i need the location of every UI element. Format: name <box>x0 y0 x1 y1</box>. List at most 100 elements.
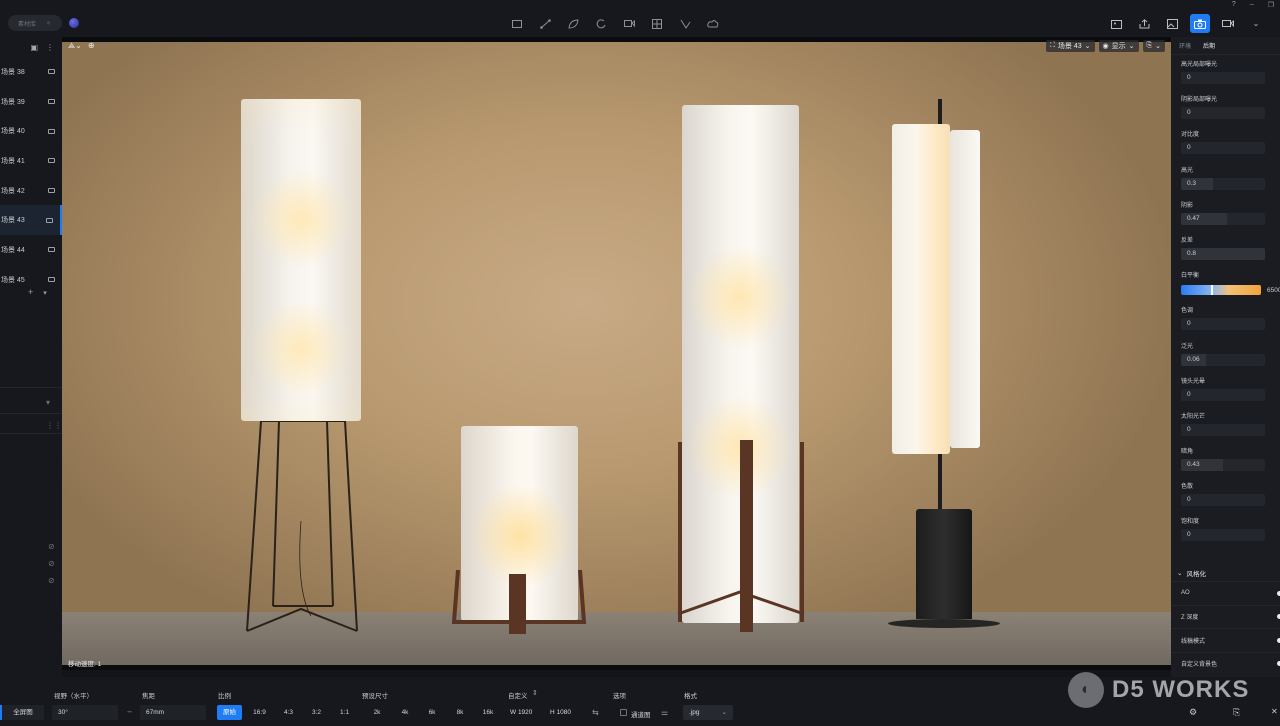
param-label: 色调 <box>1181 308 1194 315</box>
param-slider[interactable]: 0 <box>1181 388 1265 401</box>
scene-item[interactable]: 场景 42 <box>0 176 62 206</box>
output-menu[interactable]: ⎘ ⌄ <box>1142 40 1165 52</box>
rotate-icon[interactable] <box>594 17 608 30</box>
grid-icon[interactable] <box>650 17 664 30</box>
chevron-down-icon[interactable]: ▾ <box>46 398 50 407</box>
param-slider[interactable]: 0 <box>1181 494 1265 507</box>
param-slider[interactable]: 0.06 <box>1181 353 1265 366</box>
tab-post[interactable]: 后期 <box>1203 41 1215 50</box>
settings-icon[interactable]: ⚙ <box>1189 707 1197 718</box>
swap-vertical-icon[interactable]: ⇕ <box>532 689 538 697</box>
scene-item[interactable]: 场景 38 <box>0 57 62 87</box>
ratio-button[interactable]: 原始 <box>217 705 242 720</box>
param-slider[interactable]: 0 <box>1181 529 1265 542</box>
path-icon[interactable] <box>678 17 692 30</box>
param-slider[interactable]: 0 <box>1181 142 1265 155</box>
chevron-down-icon[interactable]: ▾ <box>43 289 47 297</box>
leaf-icon[interactable] <box>566 17 580 30</box>
stylize-row[interactable]: AO <box>1171 581 1280 605</box>
eye-hidden-icon[interactable]: ⊘ <box>48 576 55 585</box>
floor <box>62 612 1171 665</box>
param-slider[interactable]: 0 <box>1181 107 1265 120</box>
gallery-icon[interactable] <box>1106 14 1126 33</box>
preset-size-button[interactable]: 2k <box>365 705 389 720</box>
fov-input[interactable]: 30° <box>52 705 118 720</box>
render-view[interactable] <box>62 42 1171 665</box>
param-slider[interactable]: 0 <box>1181 318 1265 331</box>
camera-icon[interactable] <box>1190 14 1210 33</box>
sliders-icon[interactable]: ⚌ <box>661 708 668 717</box>
pen-icon[interactable]: ✎ <box>101 41 108 51</box>
height-input[interactable]: H 1080 <box>544 705 580 720</box>
minimize-icon[interactable]: – <box>1250 1 1254 9</box>
swap-icon[interactable]: ⇆ <box>592 708 599 717</box>
stylize-header[interactable]: ⌄ 风格化 <box>1171 565 1280 581</box>
ratio-button[interactable]: 16:9 <box>247 705 272 720</box>
globe-icon[interactable]: ⊕ <box>88 41 95 51</box>
preset-size-button[interactable]: 8k <box>448 705 472 720</box>
slider-handle[interactable] <box>1211 285 1213 296</box>
line-icon[interactable] <box>538 17 552 30</box>
viewport[interactable]: ⟁⌄ ⊕ ✎ ⛶ 场景 43 ⌄ ◉ 显示 ⌄ ⎘ ⌄ 移动速度: 1 <box>62 37 1171 670</box>
image-icon[interactable] <box>1162 14 1182 33</box>
scene-item[interactable]: 场景 39 <box>0 87 62 117</box>
grid-dots-icon[interactable]: ⋮⋮ <box>46 421 62 430</box>
stylize-row[interactable]: Z 深度 <box>1171 604 1280 629</box>
scene-item[interactable]: 场景 44 <box>0 235 62 265</box>
fullscreen-tab[interactable]: 全屏图 <box>0 705 44 720</box>
focal-input[interactable]: 67mm <box>140 705 206 720</box>
axis-icon[interactable]: ⟁⌄ <box>68 41 82 51</box>
eye-hidden-icon[interactable]: ⊘ <box>48 559 55 568</box>
help-icon[interactable]: ? <box>1232 1 1236 9</box>
param-slider[interactable]: 0.3 <box>1181 177 1265 190</box>
param-slider[interactable]: 0 <box>1181 72 1265 84</box>
chevron-down-icon[interactable]: ⌄ <box>1246 14 1266 33</box>
camera-move-icon[interactable] <box>622 17 636 30</box>
param-row: 太阳光芒 0 <box>1171 407 1280 442</box>
ratio-button[interactable]: 3:2 <box>304 705 329 720</box>
param-slider[interactable]: 0.8 <box>1181 247 1265 260</box>
ratio-button[interactable]: 4:3 <box>276 705 301 720</box>
camera-add-icon[interactable]: ▣ <box>30 43 38 52</box>
param-slider[interactable]: 0.43 <box>1181 459 1265 472</box>
share-icon[interactable] <box>1134 14 1154 33</box>
user-avatar[interactable] <box>69 18 79 28</box>
param-slider[interactable]: 0 <box>1181 423 1265 436</box>
add-scene-icon[interactable]: + <box>28 287 33 297</box>
library-pill[interactable]: 素材库 ✧ <box>8 15 62 31</box>
scene-item[interactable]: 场景 40 <box>0 116 62 146</box>
close-icon[interactable]: ✕ <box>1271 707 1278 716</box>
restore-icon[interactable]: ❐ <box>1268 1 1274 9</box>
format-select[interactable]: .jpg ⌄ <box>683 705 733 720</box>
param-row: 反差 0.8 <box>1171 231 1280 266</box>
param-label: 高光局部曝光 <box>1181 62 1218 68</box>
param-row: 对比度 0 <box>1171 125 1280 160</box>
preset-size-button[interactable]: 16k <box>476 705 500 720</box>
export-icon[interactable]: ⎘ <box>1233 707 1240 718</box>
rectangle-icon[interactable] <box>510 17 524 30</box>
white-balance-slider[interactable] <box>1181 285 1261 296</box>
channel-checkbox[interactable] <box>620 709 627 716</box>
camera-icon <box>48 247 55 253</box>
lamp-base <box>916 509 972 619</box>
more-icon[interactable]: ⋮ <box>46 43 54 52</box>
stylize-row[interactable]: 线稿模式 <box>1171 628 1280 652</box>
cloud-icon[interactable] <box>706 17 720 30</box>
scene-actions: + ▾ <box>28 287 47 297</box>
scene-select[interactable]: ⛶ 场景 43 ⌄ <box>1046 40 1095 52</box>
scene-label: 场景 44 <box>1 246 25 254</box>
tab-environment[interactable]: 环境 <box>1179 41 1191 50</box>
move-speed: 移动速度: 1 <box>68 661 102 668</box>
stylize-section: ⌄ 风格化 AO Z 深度 线稿模式 自定义背景色 <box>1171 565 1280 675</box>
scene-item[interactable]: 场景 43 <box>0 205 62 236</box>
param-slider[interactable]: 0.47 <box>1181 212 1265 225</box>
preset-size-button[interactable]: 4k <box>393 705 417 720</box>
scene-item[interactable]: 场景 41 <box>0 146 62 176</box>
preset-size-button[interactable]: 6k <box>420 705 444 720</box>
camera-icon <box>46 217 53 223</box>
ratio-button[interactable]: 1:1 <box>332 705 357 720</box>
video-icon[interactable] <box>1218 14 1238 33</box>
display-menu[interactable]: ◉ 显示 ⌄ <box>1098 40 1139 52</box>
width-input[interactable]: W 1920 <box>504 705 540 720</box>
eye-hidden-icon[interactable]: ⊘ <box>48 542 55 551</box>
